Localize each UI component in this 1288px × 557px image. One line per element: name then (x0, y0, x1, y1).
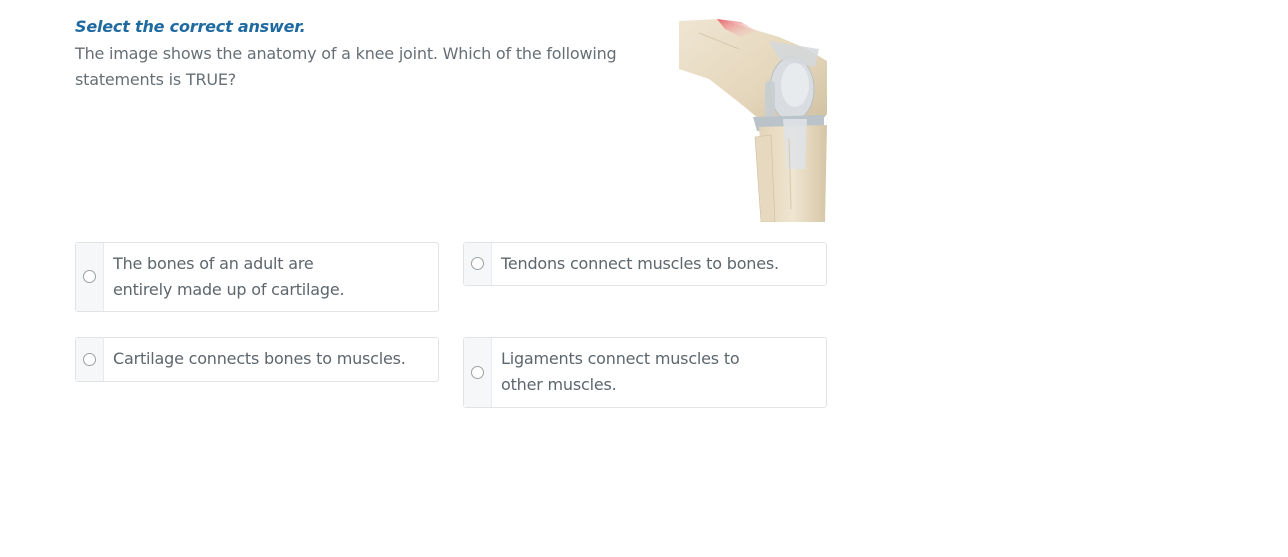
answer-option-2[interactable]: Tendons connect muscles to bones. (463, 242, 827, 286)
answer-option-1[interactable]: The bones of an adult are entirely made … (75, 242, 439, 312)
radio-cell (464, 243, 492, 285)
radio-cell (464, 338, 492, 407)
radio-button[interactable] (83, 270, 96, 283)
answer-option-label: Tendons connect muscles to bones. (501, 254, 779, 273)
radio-cell (76, 243, 104, 311)
radio-button[interactable] (471, 365, 484, 379)
answer-option-label: Cartilage connects bones to muscles. (113, 349, 406, 368)
answer-option-4[interactable]: Ligaments connect muscles to other muscl… (463, 337, 827, 408)
knee-joint-image (679, 19, 827, 222)
answer-option-label: The bones of an adult are entirely made … (113, 254, 345, 299)
radio-button[interactable] (83, 352, 96, 366)
radio-button[interactable] (471, 257, 484, 270)
question-instruction: Select the correct answer. (75, 17, 306, 36)
question-prompt: The image shows the anatomy of a knee jo… (75, 44, 617, 89)
radio-cell (76, 338, 104, 381)
answer-option-label: Ligaments connect muscles to other muscl… (501, 349, 740, 394)
answer-option-3[interactable]: Cartilage connects bones to muscles. (75, 337, 439, 382)
